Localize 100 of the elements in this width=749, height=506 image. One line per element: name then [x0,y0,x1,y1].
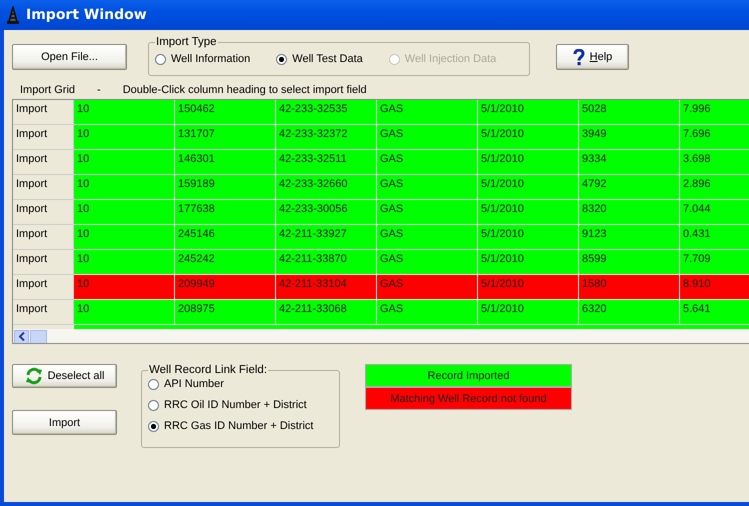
help-button[interactable]: Help [556,44,629,70]
scrollbar-thumb[interactable] [30,330,47,343]
row-header[interactable]: Import [13,150,74,175]
table-cell: 9334 [579,150,680,175]
group-label: Import Type [155,36,218,48]
table-cell: 150462 [175,100,276,125]
radio-option[interactable]: RRC Gas ID Number + District [148,420,333,432]
window-title: Import Window [26,7,147,23]
table-cell: 4792 [579,175,680,200]
radio-button[interactable] [276,54,288,64]
table-cell: 5/1/2010 [478,175,579,200]
import-button[interactable]: Import [12,410,117,435]
row-header[interactable]: Import [13,275,74,300]
scroll-left-button[interactable] [14,330,29,343]
table-cell: 10 [74,175,175,200]
row-header[interactable]: Import [13,300,74,325]
oil-derrick-icon [6,6,20,24]
table-cell: GAS [377,225,478,250]
table-cell: GAS [377,275,478,300]
row-header[interactable]: Import [13,250,74,275]
table-cell: 5/1/2010 [478,250,579,275]
table-cell: 8599 [579,250,680,275]
row-header[interactable]: Import [13,175,74,200]
table-cell: 42-211-33104 [276,275,377,300]
table-cell: 5/1/2010 [478,125,579,150]
help-icon [572,48,585,66]
table-cell: GAS [377,150,478,175]
open-file-button[interactable]: Open File... [12,44,127,70]
legend-item: Matching Well Record not found [365,387,572,410]
grid-hint: Double-Click column heading to select import field [122,84,367,96]
radio-option[interactable]: Well Information [155,53,250,65]
table-cell: 146301 [175,150,276,175]
table-cell: 2.896 [680,175,749,200]
table-cell: 208975 [175,300,276,325]
table-cell: 42-211-33927 [276,225,377,250]
radio-option[interactable]: RRC Oil ID Number + District [148,399,333,411]
grid-title: Import Grid [20,84,76,96]
table-cell: 1580 [579,275,680,300]
radio-button[interactable] [148,420,159,432]
table-cell: 5/1/2010 [478,200,579,225]
table-cell: 42-233-30056 [276,200,377,225]
radio-option[interactable]: Well Test Data [276,53,363,65]
table-cell: 10 [74,200,175,225]
refresh-icon [24,367,43,385]
radio-label: RRC Oil ID Number + District [164,399,307,411]
table-cell: 42-233-32535 [276,100,377,125]
table-cell: 245146 [175,225,276,250]
table-cell: 7.044 [680,200,749,225]
table-cell: 3949 [579,125,680,150]
row-header[interactable]: Import [13,200,74,225]
table-cell: 8.910 [680,275,749,300]
table-cell: 9123 [579,225,680,250]
group-label: Well Record Link Field: [148,364,268,376]
radio-button[interactable] [148,378,159,390]
table-cell: 5/1/2010 [478,275,579,300]
table-cell: 3.698 [680,150,749,175]
table-cell: 8320 [579,200,680,225]
table-cell: GAS [377,100,478,125]
row-header[interactable]: Import [13,125,74,150]
table-cell: 42-211-33068 [276,300,377,325]
table-cell: 7.709 [680,250,749,275]
table-cell: GAS [377,300,478,325]
table-cell: 10 [74,150,175,175]
horizontal-scrollbar[interactable] [13,329,749,343]
row-header[interactable]: Import [13,225,74,250]
legend-item: Record Imported [365,364,572,387]
table-cell: 10 [74,250,175,275]
table-cell: 5.641 [680,300,749,325]
table-cell: 209949 [175,275,276,300]
radio-button[interactable] [155,54,166,64]
table-cell: 5/1/2010 [478,150,579,175]
table-cell: 42-233-32372 [276,125,377,150]
table-cell: GAS [377,175,478,200]
radio-label: RRC Gas ID Number + District [164,420,314,432]
table-cell: 7.996 [680,100,749,125]
row-header[interactable]: Import [13,100,74,125]
table-cell: 42-211-33870 [276,250,377,275]
table-cell: GAS [377,125,478,150]
radio-button[interactable] [148,400,159,410]
table-cell: 159189 [175,175,276,200]
table-cell: 10 [74,100,175,125]
table-cell: 10 [74,275,175,300]
table-cell: 7.696 [680,125,749,150]
radio-label: API Number [164,378,224,390]
radio-label: Well Test Data [292,53,363,65]
deselect-all-button[interactable]: Deselect all [12,364,117,388]
table-cell: 5/1/2010 [478,300,579,325]
table-cell: 0.431 [680,225,749,250]
table-cell: 245242 [175,250,276,275]
table-cell: 10 [74,300,175,325]
table-cell: 5/1/2010 [478,100,579,125]
table-cell: 5028 [579,100,680,125]
table-cell: 42-233-32660 [276,175,377,200]
radio-label: Well Information [171,53,250,65]
separator-text: - [97,84,101,96]
table-cell: 131707 [175,125,276,150]
radio-option[interactable]: API Number [148,378,333,390]
table-cell: GAS [377,250,478,275]
table-cell: 5/1/2010 [478,225,579,250]
table-cell: 42-233-32511 [276,150,377,175]
